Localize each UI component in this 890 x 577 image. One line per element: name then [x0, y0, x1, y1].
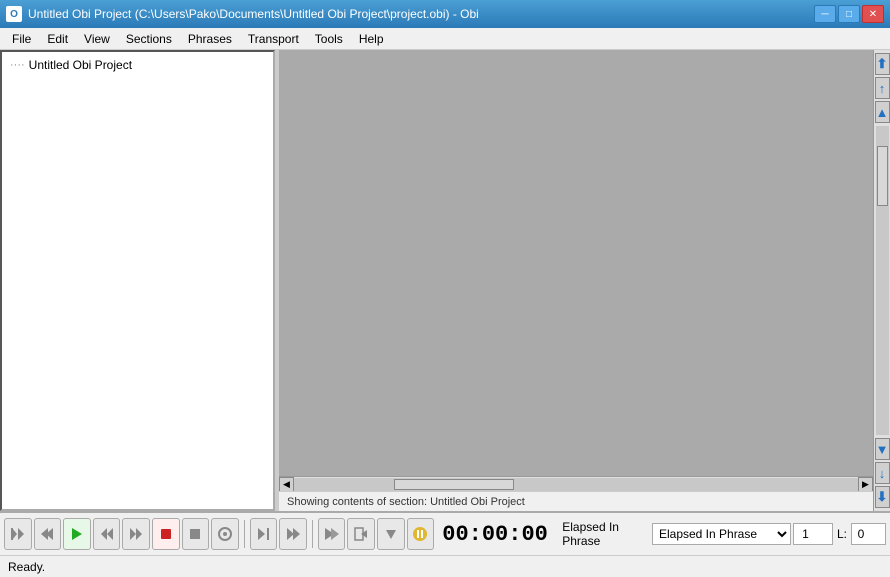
- down-arrow-icon: [382, 525, 400, 543]
- scroll-top-button[interactable]: ⬆: [875, 53, 890, 75]
- vertical-scrollbar[interactable]: ⬆ ↑ ▲ ▼ ↓ ⬇: [873, 50, 890, 511]
- sections-panel[interactable]: ···· Untitled Obi Project: [0, 50, 275, 511]
- toolbar: 00:00:00 Elapsed In Phrase Elapsed In Ph…: [0, 511, 890, 555]
- phrases-area: [279, 50, 873, 476]
- status-bar: Ready.: [0, 555, 890, 577]
- scroll-right-button[interactable]: ▶: [858, 477, 873, 492]
- record-icon: [157, 525, 175, 543]
- move-back-icon: [38, 525, 56, 543]
- move-back-button[interactable]: [34, 518, 62, 550]
- title-bar-left: O Untitled Obi Project (C:\Users\Pako\Do…: [6, 6, 479, 22]
- separator-1: [244, 520, 245, 548]
- forward-icon: [127, 525, 145, 543]
- menu-edit[interactable]: Edit: [39, 30, 76, 48]
- scroll-down-triangle-icon: ▼: [876, 442, 889, 457]
- scroll-vertical-track[interactable]: [876, 126, 889, 435]
- menu-sections[interactable]: Sections: [118, 30, 180, 48]
- scroll-up-icon: ↑: [879, 81, 886, 96]
- down-arrow-button[interactable]: [377, 518, 405, 550]
- status-text: Ready.: [8, 560, 45, 574]
- play-icon: [68, 525, 86, 543]
- scroll-up-triangle-icon: ▲: [876, 105, 889, 120]
- scroll-left-button[interactable]: ◀: [279, 477, 294, 492]
- menu-bar: File Edit View Sections Phrases Transpor…: [0, 28, 890, 50]
- scroll-down-button[interactable]: ↓: [875, 462, 890, 484]
- title-bar: O Untitled Obi Project (C:\Users\Pako\Do…: [0, 0, 890, 28]
- play-button[interactable]: [63, 518, 91, 550]
- tree-item-project: ···· Untitled Obi Project: [6, 56, 269, 74]
- l-label: L:: [835, 527, 849, 541]
- section-status: Showing contents of section: Untitled Ob…: [279, 491, 873, 511]
- menu-help[interactable]: Help: [351, 30, 392, 48]
- menu-file[interactable]: File: [4, 30, 39, 48]
- stop-icon: [186, 525, 204, 543]
- separator-2: [312, 520, 313, 548]
- monitor-button[interactable]: [211, 518, 239, 550]
- scroll-vertical-thumb[interactable]: [877, 146, 888, 206]
- scroll-thumb[interactable]: [394, 479, 514, 490]
- elapsed-dropdown[interactable]: Elapsed In Phrase Elapsed In Section Ela…: [652, 523, 791, 545]
- next-phrase-icon: [255, 525, 273, 543]
- next-section-icon: [323, 525, 341, 543]
- rewind-icon: [98, 525, 116, 543]
- maximize-button[interactable]: □: [838, 5, 860, 23]
- phrase-number-spinner[interactable]: [793, 523, 833, 545]
- phrases-content: ◀ ▶ Showing contents of section: Untitle…: [279, 50, 873, 511]
- scroll-bottom-button[interactable]: ⬇: [875, 486, 890, 508]
- horizontal-scrollbar[interactable]: ◀ ▶: [279, 476, 873, 491]
- rewind-button[interactable]: [93, 518, 121, 550]
- scroll-track[interactable]: [294, 478, 858, 491]
- window-title: Untitled Obi Project (C:\Users\Pako\Docu…: [28, 7, 479, 21]
- skip-forward-icon: [284, 525, 302, 543]
- tree-item-label: Untitled Obi Project: [29, 58, 132, 72]
- record-button[interactable]: [152, 518, 180, 550]
- tree-dots: ····: [10, 59, 25, 71]
- pause-button[interactable]: [407, 518, 435, 550]
- title-bar-controls: ─ □ ✕: [814, 5, 884, 23]
- monitor-icon: [216, 525, 234, 543]
- import-button[interactable]: [347, 518, 375, 550]
- menu-phrases[interactable]: Phrases: [180, 30, 240, 48]
- section-status-text: Showing contents of section: Untitled Ob…: [287, 496, 525, 508]
- pause-icon: [411, 525, 429, 543]
- move-to-start-icon: [9, 525, 27, 543]
- l-value-input[interactable]: [851, 523, 886, 545]
- close-button[interactable]: ✕: [862, 5, 884, 23]
- app-icon: O: [6, 6, 22, 22]
- next-section-button[interactable]: [318, 518, 346, 550]
- scroll-down-icon: ↓: [879, 466, 886, 481]
- menu-transport[interactable]: Transport: [240, 30, 307, 48]
- menu-tools[interactable]: Tools: [307, 30, 351, 48]
- menu-view[interactable]: View: [76, 30, 118, 48]
- content-area: ···· Untitled Obi Project ◀ ▶ Showing co…: [0, 50, 890, 511]
- skip-forward-button[interactable]: [279, 518, 307, 550]
- next-phrase-button[interactable]: [250, 518, 278, 550]
- scroll-bottom-icon: ⬇: [877, 489, 888, 505]
- forward-button[interactable]: [122, 518, 150, 550]
- scroll-up-button[interactable]: ↑: [875, 77, 890, 99]
- scroll-prev-button[interactable]: ▲: [875, 101, 890, 123]
- scroll-next-button[interactable]: ▼: [875, 438, 890, 460]
- move-to-start-button[interactable]: [4, 518, 32, 550]
- stop-button[interactable]: [182, 518, 210, 550]
- main-container: ···· Untitled Obi Project ◀ ▶ Showing co…: [0, 50, 890, 577]
- time-display: 00:00:00: [436, 522, 556, 547]
- elapsed-label: Elapsed In Phrase: [558, 520, 650, 548]
- scroll-top-icon: ⬆: [877, 56, 888, 72]
- minimize-button[interactable]: ─: [814, 5, 836, 23]
- import-icon: [352, 525, 370, 543]
